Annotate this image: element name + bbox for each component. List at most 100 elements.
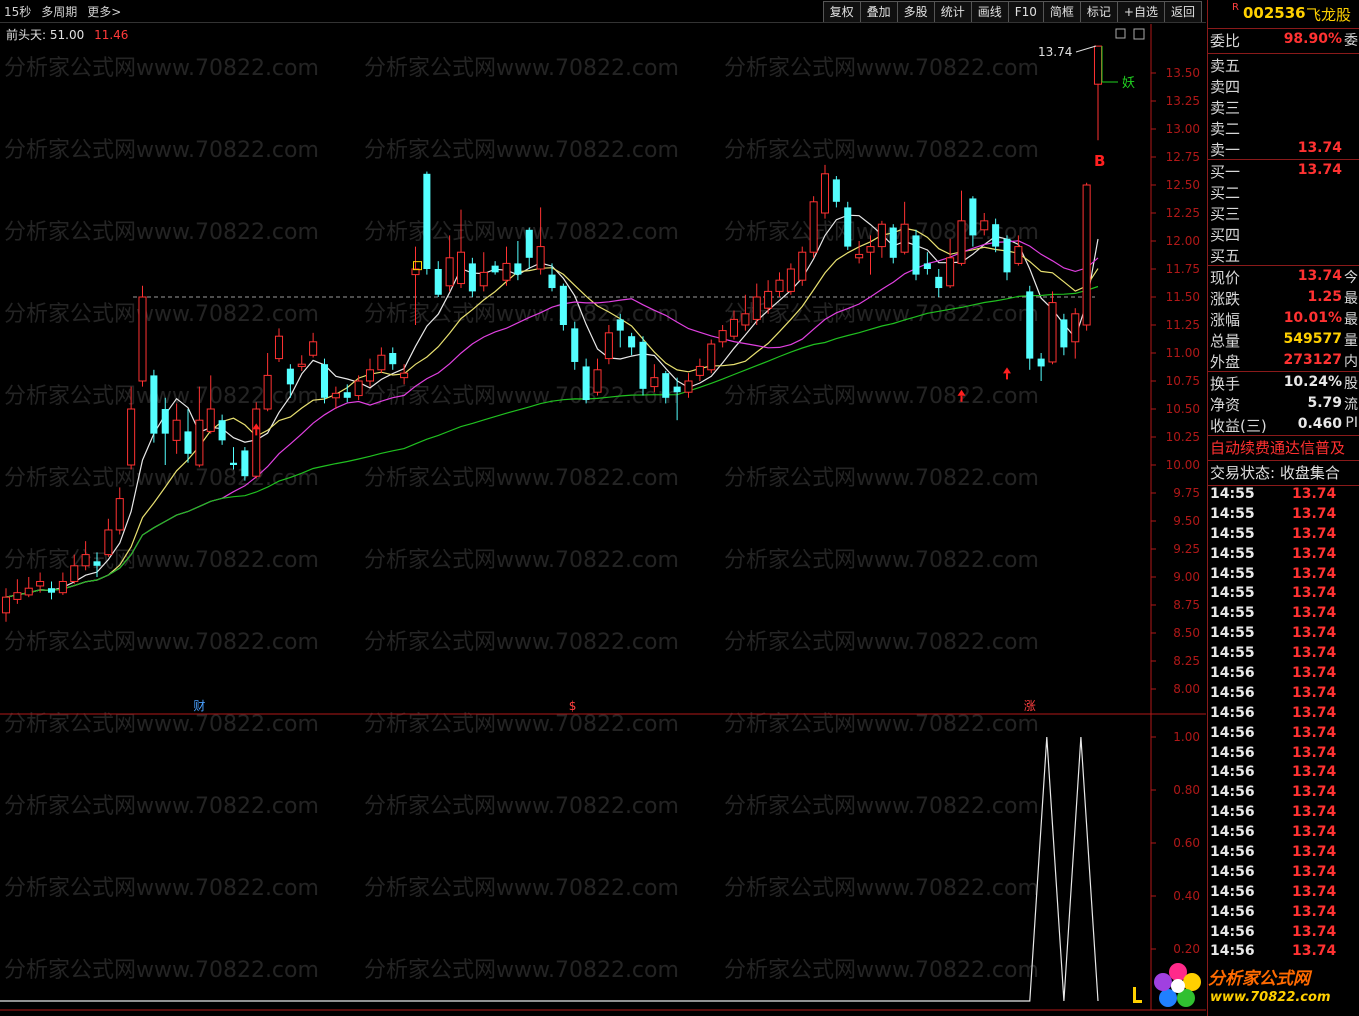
watermark-text: 分析家公式网www.70822.com — [364, 466, 679, 491]
tick-price: 13.74 — [1292, 565, 1337, 582]
price-tick-label: 10.00 — [1166, 458, 1200, 472]
sub-tick-label: 0.60 — [1173, 836, 1200, 850]
price-tick-label: 10.75 — [1166, 374, 1200, 388]
candle-body-up — [741, 313, 750, 326]
rzrq-mark: R — [1232, 2, 1239, 13]
ask-level: 卖三 — [1208, 96, 1359, 117]
candle-body-up — [195, 419, 204, 466]
price-tick-label: 9.75 — [1173, 486, 1200, 500]
price-tick-label: 10.50 — [1166, 402, 1200, 416]
ask-level-label: 卖四 — [1210, 78, 1241, 96]
tick-list[interactable]: 14:55 13.74 14:55 13.74 14:55 13.74 14:55 13.74… — [1208, 486, 1359, 963]
price-tick-label: 11.00 — [1166, 346, 1200, 360]
watermark-text: 分析家公式网www.70822.com — [4, 220, 319, 245]
stat-row-label: 净资 — [1210, 396, 1241, 414]
ask-level-label: 卖二 — [1210, 120, 1241, 138]
candle-body-down — [514, 263, 522, 275]
quote-row: 总量 549577 量 — [1208, 329, 1359, 350]
tick-time: 14:56 — [1210, 724, 1255, 741]
candle-body-up — [81, 554, 90, 567]
candle-body-up — [820, 173, 830, 214]
tick-row: 14:55 13.74 — [1208, 625, 1359, 645]
price-tick-label: 13.50 — [1166, 66, 1200, 80]
candle-body-up — [331, 392, 340, 399]
candle-body-up — [809, 201, 818, 253]
quote-row: 外盘 273127 内 — [1208, 350, 1359, 371]
bottom-marker-label[interactable]: 财 — [193, 699, 205, 713]
candle-body-up — [684, 380, 693, 393]
watermark-text: 分析家公式网www.70822.com — [724, 958, 1039, 983]
candle-body-down — [662, 373, 670, 398]
candle-body-down — [1060, 319, 1068, 348]
candle-body-down — [286, 368, 294, 385]
candle-body-up — [1048, 302, 1057, 363]
quote-row: 现价 13.74 今 — [1208, 266, 1359, 287]
tick-row: 14:56 13.74 — [1208, 685, 1359, 705]
tick-row: 14:56 13.74 — [1208, 665, 1359, 685]
candle-body-up — [70, 565, 79, 582]
candle-body-up — [104, 529, 113, 556]
sub-tick-label: 0.80 — [1173, 783, 1200, 797]
maximize-icon[interactable] — [1133, 28, 1145, 40]
candle-body-up — [957, 220, 966, 264]
bottom-marker-label[interactable]: $ — [569, 699, 577, 713]
event-square-icon — [413, 261, 422, 271]
tick-price: 13.74 — [1292, 704, 1337, 721]
tick-price: 13.74 — [1292, 605, 1337, 622]
price-tick-label: 11.75 — [1166, 262, 1200, 276]
price-tick-label: 9.50 — [1173, 514, 1200, 528]
window-controls[interactable] — [1115, 28, 1145, 40]
tick-time: 14:55 — [1210, 565, 1255, 582]
quote-row-label: 涨跌 — [1210, 290, 1241, 308]
ask-level-label: 卖三 — [1210, 99, 1241, 117]
tick-time: 14:55 — [1210, 605, 1255, 622]
candle-body-down — [184, 431, 192, 454]
candle-body-up — [798, 251, 807, 281]
candle-body-up — [752, 296, 761, 320]
trade-status: 交易状态: 收盘集合 — [1208, 461, 1359, 486]
tick-price: 13.74 — [1292, 545, 1337, 562]
ask-levels: 卖五 卖四 卖三 卖二 卖一 13.74 — [1208, 54, 1359, 160]
logo-url: www.70822.com — [1210, 990, 1331, 1005]
candle-body-up — [695, 365, 704, 376]
candle-body-up — [900, 223, 909, 253]
weibi-value: 98.90% — [1283, 31, 1342, 47]
bid-level-label: 买四 — [1210, 226, 1241, 244]
high-price-label: 13.74 — [1038, 45, 1072, 59]
renewal-notice[interactable]: 自动续费通达信普及 — [1208, 436, 1359, 461]
bottom-marker-label[interactable]: 涨 — [1024, 698, 1036, 713]
candle-body-up — [127, 408, 136, 466]
candle-body-up — [604, 332, 613, 360]
watermark-text: 分析家公式网www.70822.com — [364, 876, 679, 901]
candle-body-down — [434, 269, 442, 295]
tick-time: 14:56 — [1210, 704, 1255, 721]
watermark-text: 分析家公式网www.70822.com — [4, 302, 319, 327]
watermark-text: 分析家公式网www.70822.com — [364, 384, 679, 409]
price-tick-label: 11.50 — [1166, 290, 1200, 304]
candle-body-down — [889, 227, 897, 258]
tick-price: 13.74 — [1292, 844, 1337, 861]
watermark-text: 分析家公式网www.70822.com — [4, 876, 319, 901]
candle-body-down — [969, 198, 977, 236]
candle-body-up — [1082, 184, 1091, 326]
candlestick-chart[interactable]: 分析家公式网www.70822.com 分析家公式网www.70822.com 分析… — [0, 0, 1206, 1016]
tick-price: 13.74 — [1292, 784, 1337, 801]
stat-row: 净资 5.79 流 — [1208, 393, 1359, 414]
tick-row: 14:56 13.74 — [1208, 904, 1359, 924]
watermark-text: 分析家公式网www.70822.com — [724, 56, 1039, 81]
buy-signal-label: B — [1094, 152, 1105, 170]
quote-row-label: 外盘 — [1210, 353, 1241, 371]
candle-body-up — [1093, 45, 1103, 85]
stock-code[interactable]: 002536 — [1243, 4, 1306, 22]
tick-row: 14:56 13.74 — [1208, 745, 1359, 765]
price-tick-label: 12.25 — [1166, 206, 1200, 220]
options-icon[interactable] — [1115, 28, 1126, 39]
candle-body-down — [218, 420, 226, 441]
tick-price: 13.74 — [1292, 625, 1337, 642]
quote-row-label: 总量 — [1210, 332, 1241, 350]
bid-level-label: 买一 — [1210, 163, 1241, 181]
quote-row-suffix: 最 — [1344, 312, 1358, 328]
tick-time: 14:56 — [1210, 784, 1255, 801]
watermark-text: 分析家公式网www.70822.com — [364, 302, 679, 327]
quote-row-value: 13.74 — [1297, 268, 1342, 284]
